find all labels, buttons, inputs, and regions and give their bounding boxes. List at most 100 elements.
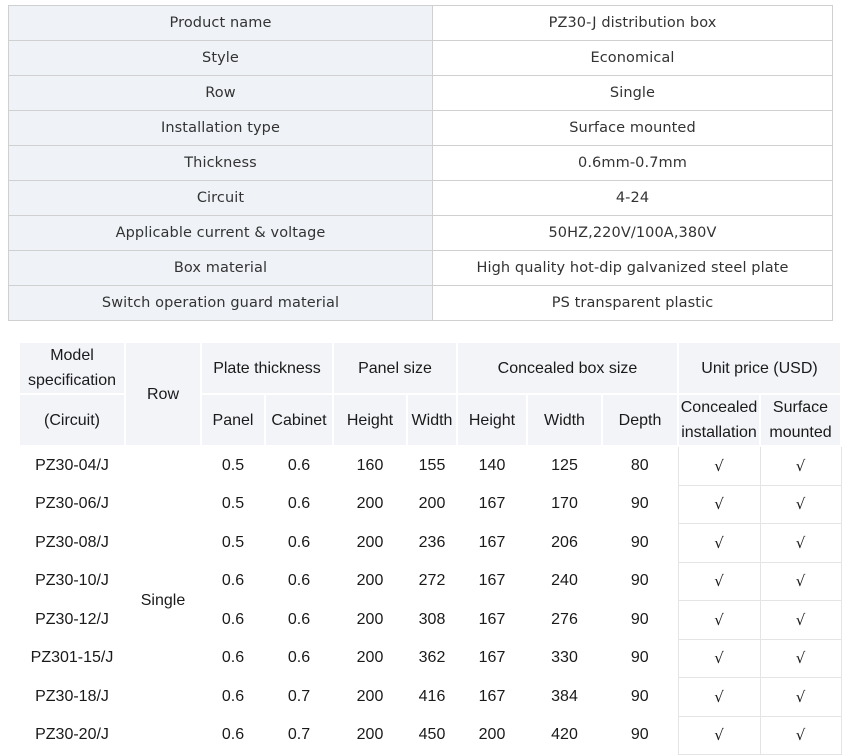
cell-box-depth: 90 xyxy=(602,639,678,678)
spec-row: Switch operation guard material PS transp… xyxy=(8,285,833,321)
cell-panel-width: 155 xyxy=(407,446,457,485)
cell-panel-thickness: 0.5 xyxy=(201,523,265,562)
cell-surface-check: √ xyxy=(759,561,842,601)
cell-model: PZ30-06/J xyxy=(19,485,125,524)
spec-row: Circuit 4-24 xyxy=(8,180,833,216)
cell-box-width: 420 xyxy=(527,716,602,755)
cell-panel-width: 200 xyxy=(407,485,457,524)
cell-box-height: 167 xyxy=(457,639,527,678)
cell-concealed-check: √ xyxy=(677,445,761,486)
cell-surface-check: √ xyxy=(759,677,842,717)
header-box-height: Height xyxy=(456,393,528,447)
cell-box-width: 170 xyxy=(527,485,602,524)
model-table-header: Model specification Row Plate thickness … xyxy=(18,341,842,447)
cell-concealed-check: √ xyxy=(677,600,761,640)
cell-surface-check: √ xyxy=(759,638,842,678)
cell-box-width: 276 xyxy=(527,600,602,639)
header-box-depth: Depth xyxy=(601,393,679,447)
spec-row: Product name PZ30-J distribution box xyxy=(8,5,833,41)
cell-panel-height: 200 xyxy=(333,716,407,755)
cell-model: PZ30-04/J xyxy=(19,446,125,485)
model-spec-table: Model specification Row Plate thickness … xyxy=(18,341,842,755)
cell-box-depth: 90 xyxy=(602,485,678,524)
cell-panel-height: 200 xyxy=(333,523,407,562)
spec-label: Circuit xyxy=(8,180,433,216)
cell-cabinet-thickness: 0.6 xyxy=(265,523,333,562)
cell-box-width: 240 xyxy=(527,562,602,601)
spec-value: PZ30-J distribution box xyxy=(432,5,833,41)
cell-panel-thickness: 0.6 xyxy=(201,677,265,716)
cell-box-depth: 90 xyxy=(602,523,678,562)
cell-concealed-check: √ xyxy=(677,484,761,524)
spec-value: PS transparent plastic xyxy=(432,285,833,321)
header-circuit: (Circuit) xyxy=(18,393,126,447)
cell-box-height: 167 xyxy=(457,485,527,524)
cell-panel-thickness: 0.6 xyxy=(201,600,265,639)
header-panel-size: Panel size xyxy=(332,341,458,395)
header-panel-width: Width xyxy=(406,393,458,447)
spec-label: Style xyxy=(8,40,433,76)
model-table-body: PZ30-04/J Single 0.5 0.6 160 155 140 125 80 √ √ PZ3… xyxy=(19,445,842,755)
cell-panel-thickness: 0.6 xyxy=(201,639,265,678)
cell-panel-thickness: 0.6 xyxy=(201,562,265,601)
header-concealed-installation: Concealed installation xyxy=(677,393,761,447)
cell-cabinet-thickness: 0.6 xyxy=(265,485,333,524)
cell-cabinet-thickness: 0.6 xyxy=(265,562,333,601)
spec-label: Row xyxy=(8,75,433,111)
spec-label: Product name xyxy=(8,5,433,41)
spec-value: Surface mounted xyxy=(432,110,833,146)
cell-model: PZ30-08/J xyxy=(19,523,125,562)
spec-row: Style Economical xyxy=(8,40,833,76)
cell-box-depth: 80 xyxy=(602,446,678,485)
spec-label: Installation type xyxy=(8,110,433,146)
cell-panel-width: 272 xyxy=(407,562,457,601)
cell-model: PZ30-10/J xyxy=(19,562,125,601)
cell-panel-width: 450 xyxy=(407,716,457,755)
cell-panel-height: 160 xyxy=(333,446,407,485)
cell-surface-check: √ xyxy=(759,715,842,755)
cell-box-height: 167 xyxy=(457,677,527,716)
cell-panel-width: 416 xyxy=(407,677,457,716)
spec-label: Applicable current & voltage xyxy=(8,215,433,251)
cell-panel-height: 200 xyxy=(333,485,407,524)
cell-model: PZ30-18/J xyxy=(19,677,125,716)
spec-value: Economical xyxy=(432,40,833,76)
spec-label: Switch operation guard material xyxy=(8,285,433,321)
cell-panel-height: 200 xyxy=(333,600,407,639)
cell-cabinet-thickness: 0.7 xyxy=(265,677,333,716)
spec-value: 0.6mm-0.7mm xyxy=(432,145,833,181)
spec-value: 4-24 xyxy=(432,180,833,216)
header-model-specification: Model specification xyxy=(18,341,126,395)
cell-surface-check: √ xyxy=(759,445,842,486)
cell-box-height: 140 xyxy=(457,446,527,485)
header-cabinet: Cabinet xyxy=(264,393,334,447)
cell-box-height: 200 xyxy=(457,716,527,755)
cell-box-height: 167 xyxy=(457,562,527,601)
spec-value: High quality hot-dip galvanized steel pl… xyxy=(432,250,833,286)
cell-model: PZ30-12/J xyxy=(19,600,125,639)
cell-box-width: 125 xyxy=(527,446,602,485)
cell-surface-check: √ xyxy=(759,523,842,563)
cell-box-height: 167 xyxy=(457,523,527,562)
cell-surface-check: √ xyxy=(759,600,842,640)
cell-panel-thickness: 0.5 xyxy=(201,485,265,524)
spec-row: Box material High quality hot-dip galvani… xyxy=(8,250,833,286)
spec-label: Thickness xyxy=(8,145,433,181)
spec-row: Applicable current & voltage 50HZ,220V/10… xyxy=(8,215,833,251)
cell-surface-check: √ xyxy=(759,484,842,524)
cell-model: PZ301-15/J xyxy=(19,639,125,678)
cell-cabinet-thickness: 0.6 xyxy=(265,639,333,678)
cell-cabinet-thickness: 0.6 xyxy=(265,600,333,639)
cell-concealed-check: √ xyxy=(677,523,761,563)
cell-box-width: 384 xyxy=(527,677,602,716)
spec-row: Installation type Surface mounted xyxy=(8,110,833,146)
header-panel-height: Height xyxy=(332,393,408,447)
cell-panel-width: 236 xyxy=(407,523,457,562)
cell-cabinet-thickness: 0.6 xyxy=(265,446,333,485)
cell-panel-height: 200 xyxy=(333,677,407,716)
spec-row: Thickness 0.6mm-0.7mm xyxy=(8,145,833,181)
cell-concealed-check: √ xyxy=(677,715,761,755)
cell-panel-height: 200 xyxy=(333,562,407,601)
spec-table-body: Product name PZ30-J distribution box Style… xyxy=(8,5,833,321)
cell-box-width: 206 xyxy=(527,523,602,562)
